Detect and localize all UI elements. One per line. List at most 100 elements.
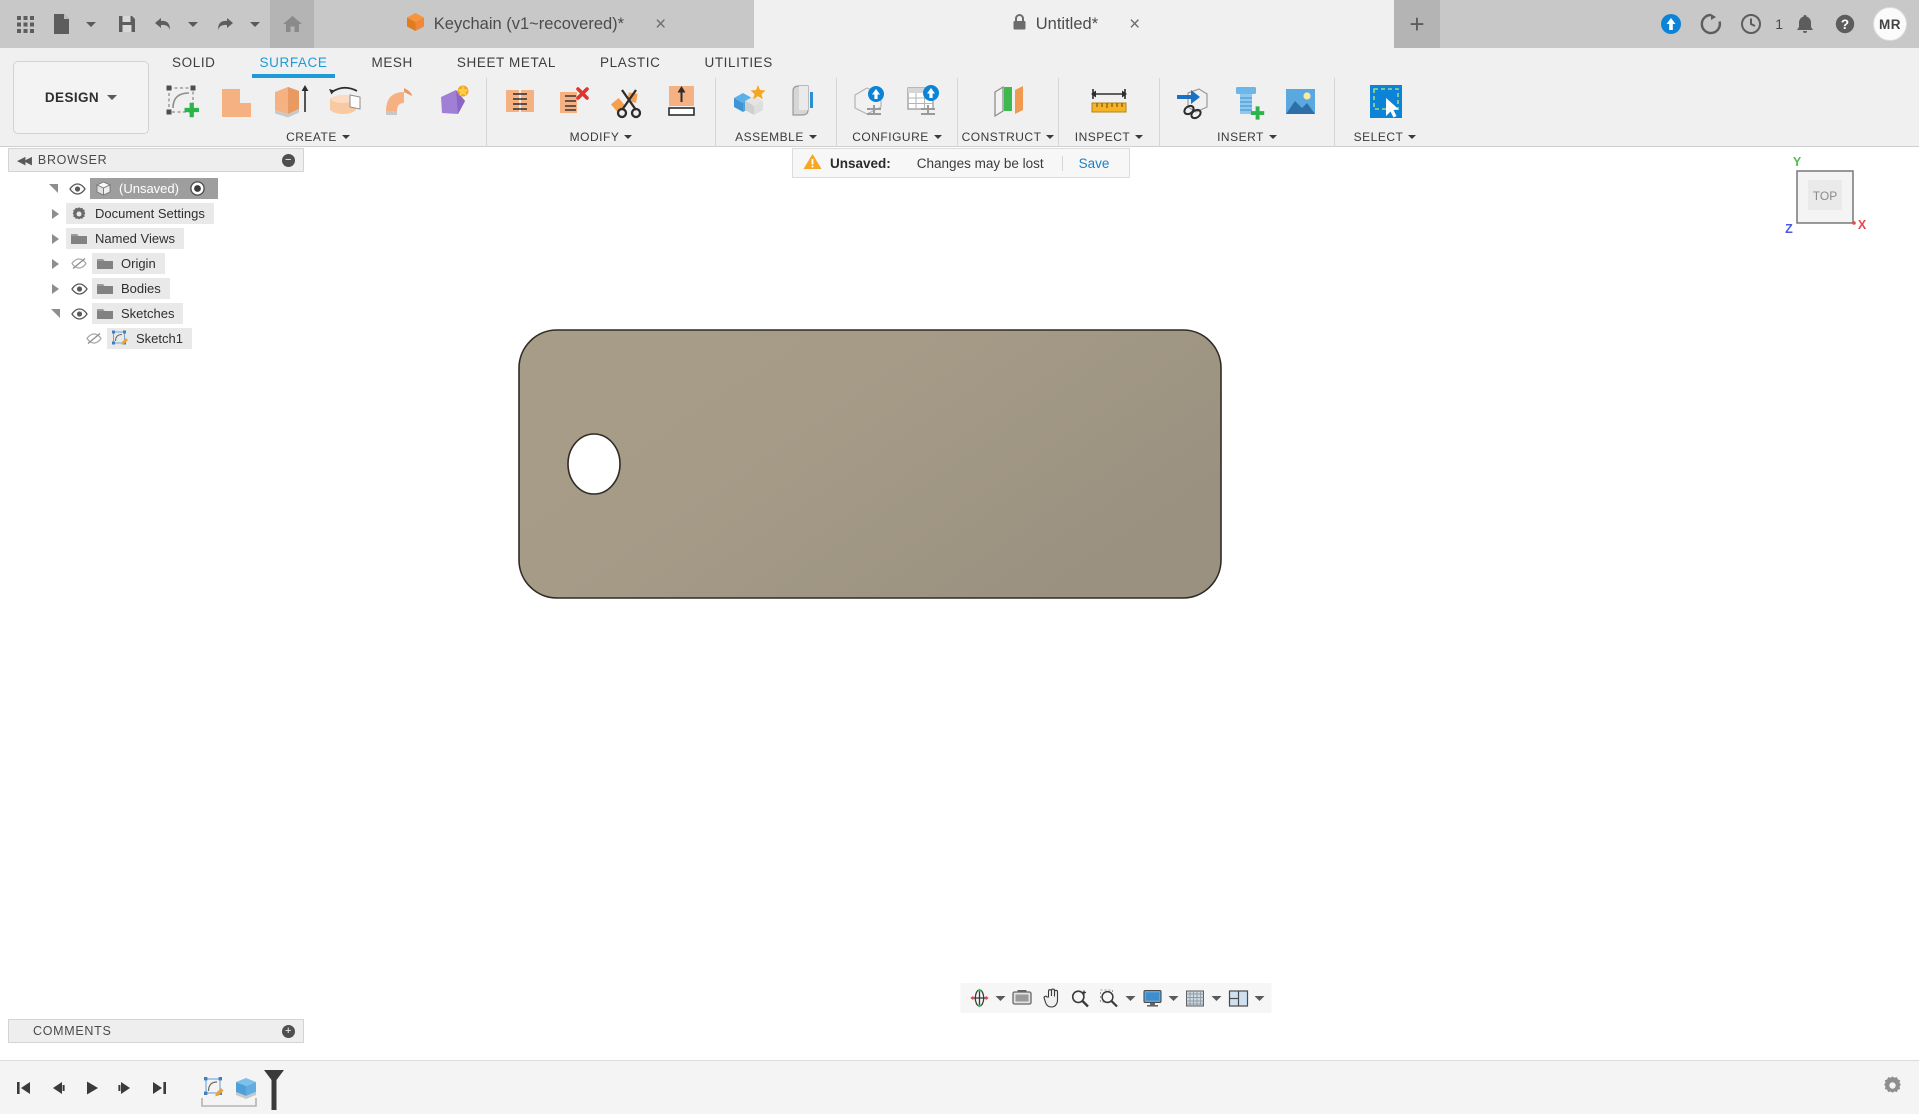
loft-icon[interactable] [426, 78, 480, 126]
node-chip[interactable]: Named Views [66, 228, 184, 249]
tree-node-origin[interactable]: Origin [8, 251, 308, 276]
canvas-viewport[interactable]: Unsaved: Changes may be lost Save TOP Y … [312, 148, 1919, 1019]
expander-closed-icon[interactable] [44, 208, 66, 219]
extrude-icon[interactable] [264, 78, 318, 126]
node-chip[interactable]: Document Settings [66, 203, 214, 224]
activate-component-radio[interactable] [187, 181, 209, 196]
insert-mcmaster-icon[interactable] [1220, 78, 1274, 126]
keychain-body[interactable] [518, 329, 1222, 599]
step-forward-icon[interactable] [110, 1071, 140, 1105]
look-at-icon[interactable] [1008, 984, 1036, 1012]
help-icon[interactable]: ? [1827, 0, 1863, 48]
expander-open-icon[interactable] [42, 184, 64, 193]
model-render[interactable] [312, 148, 1919, 1019]
ribbon-panel-label-inspect[interactable]: INSPECT [1059, 126, 1159, 147]
timeline-feature-sketch1[interactable] [198, 1070, 230, 1106]
node-chip[interactable]: Sketches [92, 303, 184, 324]
minus-icon[interactable]: − [282, 153, 295, 167]
fit-chevron-down-icon[interactable] [1124, 984, 1137, 1012]
ribbon-tab-mesh[interactable]: MESH [349, 48, 434, 76]
close-icon[interactable]: × [655, 15, 666, 34]
file-icon[interactable] [46, 4, 76, 44]
view-cube[interactable]: TOP Y X Z [1775, 153, 1871, 243]
ribbon-tab-surface[interactable]: SURFACE [238, 48, 350, 78]
tree-node-named-views[interactable]: Named Views [8, 226, 308, 251]
skip-to-beginning-icon[interactable] [8, 1071, 38, 1105]
expander-closed-icon[interactable] [44, 233, 66, 244]
ribbon-tab-plastic[interactable]: PLASTIC [578, 48, 682, 76]
clock-icon[interactable] [1733, 0, 1769, 48]
sweep-icon[interactable] [372, 78, 426, 126]
tree-node-sketches[interactable]: Sketches [8, 301, 308, 326]
unstitch-icon[interactable] [547, 78, 601, 126]
play-icon[interactable] [76, 1071, 106, 1105]
configure-design-icon[interactable] [843, 78, 897, 126]
viewports-chevron-down-icon[interactable] [1253, 984, 1266, 1012]
patch-icon[interactable] [210, 78, 264, 126]
save-icon[interactable] [108, 4, 146, 44]
ribbon-tab-sheet-metal[interactable]: SHEET METAL [435, 48, 578, 76]
expander-closed-icon[interactable] [44, 258, 66, 269]
home-icon[interactable] [270, 0, 314, 48]
undo-button[interactable] [148, 4, 208, 44]
visibility-eye-off-icon[interactable] [66, 257, 92, 270]
close-icon[interactable]: × [1129, 15, 1140, 34]
ribbon-tab-solid[interactable]: SOLID [150, 48, 238, 76]
ribbon-panel-label-configure[interactable]: CONFIGURE [837, 126, 957, 147]
pan-icon[interactable] [1037, 984, 1065, 1012]
node-chip[interactable]: Origin [92, 253, 165, 274]
ribbon-panel-label-select[interactable]: SELECT [1335, 126, 1435, 147]
redo-chevron-down-icon[interactable] [240, 4, 270, 44]
file-menu-button[interactable] [46, 4, 106, 44]
trim-icon[interactable] [601, 78, 655, 126]
extend-icon[interactable] [655, 78, 709, 126]
zoom-icon[interactable] [1066, 984, 1094, 1012]
grid-snaps-icon[interactable] [1181, 984, 1209, 1012]
undo-chevron-down-icon[interactable] [178, 4, 208, 44]
tree-node-unsaved[interactable]: (Unsaved) [8, 176, 308, 201]
bell-icon[interactable] [1787, 0, 1823, 48]
new-component-icon[interactable] [722, 78, 776, 126]
ribbon-panel-label-insert[interactable]: INSERT [1160, 126, 1334, 147]
visibility-eye-icon[interactable] [64, 182, 90, 195]
display-settings-icon[interactable] [1138, 984, 1166, 1012]
measure-icon[interactable] [1065, 78, 1153, 126]
ribbon-tab-utilities[interactable]: UTILITIES [682, 48, 794, 76]
file-chevron-down-icon[interactable] [76, 4, 106, 44]
insert-derive-icon[interactable] [1166, 78, 1220, 126]
offset-plane-icon[interactable] [964, 78, 1052, 126]
expander-open-icon[interactable] [44, 309, 66, 318]
viewports-icon[interactable] [1224, 984, 1252, 1012]
stitch-icon[interactable] [493, 78, 547, 126]
node-chip[interactable]: Sketch1 [107, 328, 192, 349]
expander-closed-icon[interactable] [44, 283, 66, 294]
select-icon[interactable] [1341, 78, 1429, 126]
keychain-hole[interactable] [567, 433, 621, 495]
document-tab-keychain[interactable]: Keychain (v1~recovered)* × [314, 0, 754, 48]
browser-header[interactable]: ◀◀ BROWSER − [8, 148, 304, 172]
ribbon-panel-label-construct[interactable]: CONSTRUCT [958, 126, 1058, 147]
workspace-switcher-button[interactable]: DESIGN [13, 61, 149, 134]
redo-button[interactable] [210, 4, 270, 44]
timeline-settings-gear-icon[interactable] [1882, 1075, 1903, 1101]
display-chevron-down-icon[interactable] [1167, 984, 1180, 1012]
app-grid-icon[interactable] [6, 4, 44, 44]
add-comment-icon[interactable]: + [282, 1024, 295, 1038]
document-tab-untitled[interactable]: Untitled* × [754, 0, 1394, 48]
grid-chevron-down-icon[interactable] [1210, 984, 1223, 1012]
joint-icon[interactable] [776, 78, 830, 126]
tree-node-bodies[interactable]: Bodies [8, 276, 308, 301]
upload-status-icon[interactable] [1653, 0, 1689, 48]
create-sketch-icon[interactable] [156, 78, 210, 126]
undo-icon[interactable] [148, 4, 178, 44]
revolve-icon[interactable] [318, 78, 372, 126]
timeline-feature-extrude1[interactable] [230, 1070, 262, 1106]
node-chip[interactable]: (Unsaved) [90, 178, 218, 199]
tree-node-document-settings[interactable]: Document Settings [8, 201, 308, 226]
ribbon-panel-label-assemble[interactable]: ASSEMBLE [716, 126, 836, 147]
ribbon-panel-label-modify[interactable]: MODIFY [487, 126, 715, 147]
refresh-icon[interactable] [1693, 0, 1729, 48]
redo-icon[interactable] [210, 4, 240, 44]
visibility-eye-icon[interactable] [66, 282, 92, 295]
visibility-eye-off-icon[interactable] [81, 332, 107, 345]
